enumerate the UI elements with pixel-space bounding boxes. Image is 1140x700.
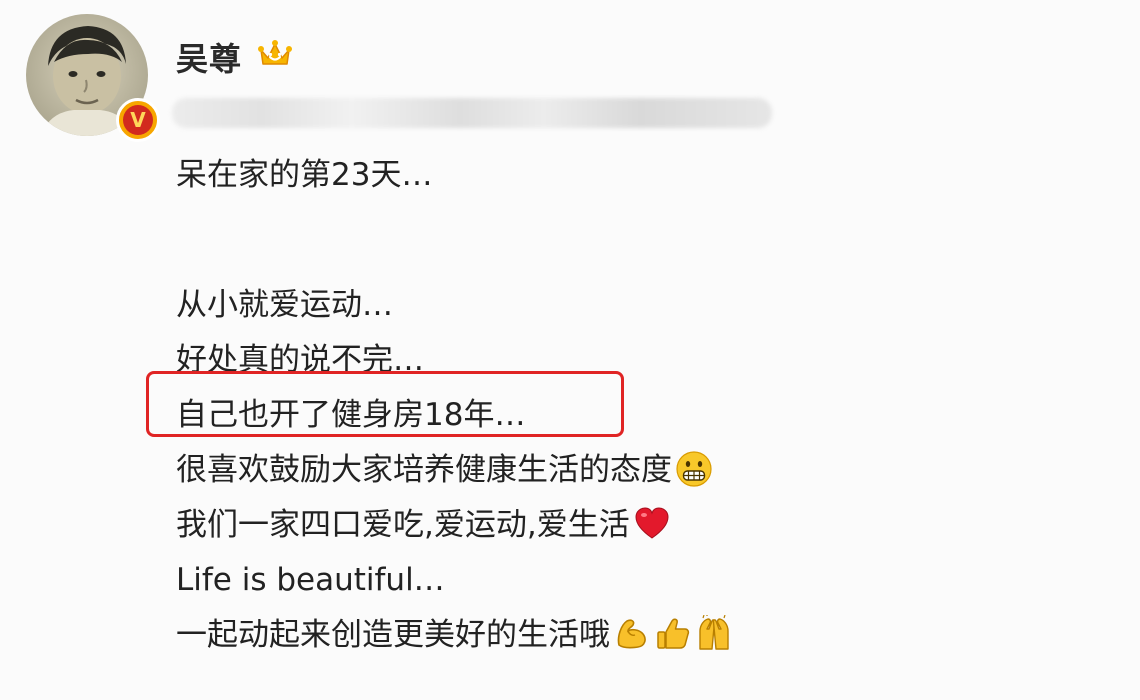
crown-icon (258, 40, 292, 65)
post-line: Life is beautiful… (176, 562, 445, 598)
post-line-with-emoji: 我们一家四口爱吃,爱运动,爱生活 (176, 498, 733, 553)
post-line-text: 一起动起来创造更美好的生活哦 (176, 617, 610, 653)
raised-hands-icon (695, 614, 733, 653)
red-heart-icon (633, 505, 671, 543)
verified-badge: V (116, 98, 160, 142)
highlight-box (146, 371, 624, 437)
post-line-text: 我们一家四口爱吃,爱运动,爱生活 (176, 507, 630, 543)
verified-v-icon: V (123, 105, 153, 135)
post-line-text: 很喜欢鼓励大家培养健康生活的态度 (176, 452, 672, 488)
post-line-with-emoji: 一起动起来创造更美好的生活哦 (176, 608, 733, 663)
post-line: 从小就爱运动… (176, 287, 393, 323)
thumbs-up-icon (654, 615, 692, 653)
blurred-post-meta (172, 98, 772, 128)
flexed-biceps-icon (613, 615, 651, 653)
post-line-with-emoji: 很喜欢鼓励大家培养健康生活的态度 (176, 443, 733, 498)
user-name[interactable]: 吴尊 (176, 34, 242, 80)
post-line: 呆在家的第23天… (176, 157, 433, 193)
avatar[interactable]: V (26, 14, 160, 142)
grimacing-face-icon (675, 450, 713, 488)
weibo-post: V 吴尊 呆在家的第23天… 从小就爱运动… 好处真的说不完… 自己也开了健身房… (0, 0, 1140, 700)
